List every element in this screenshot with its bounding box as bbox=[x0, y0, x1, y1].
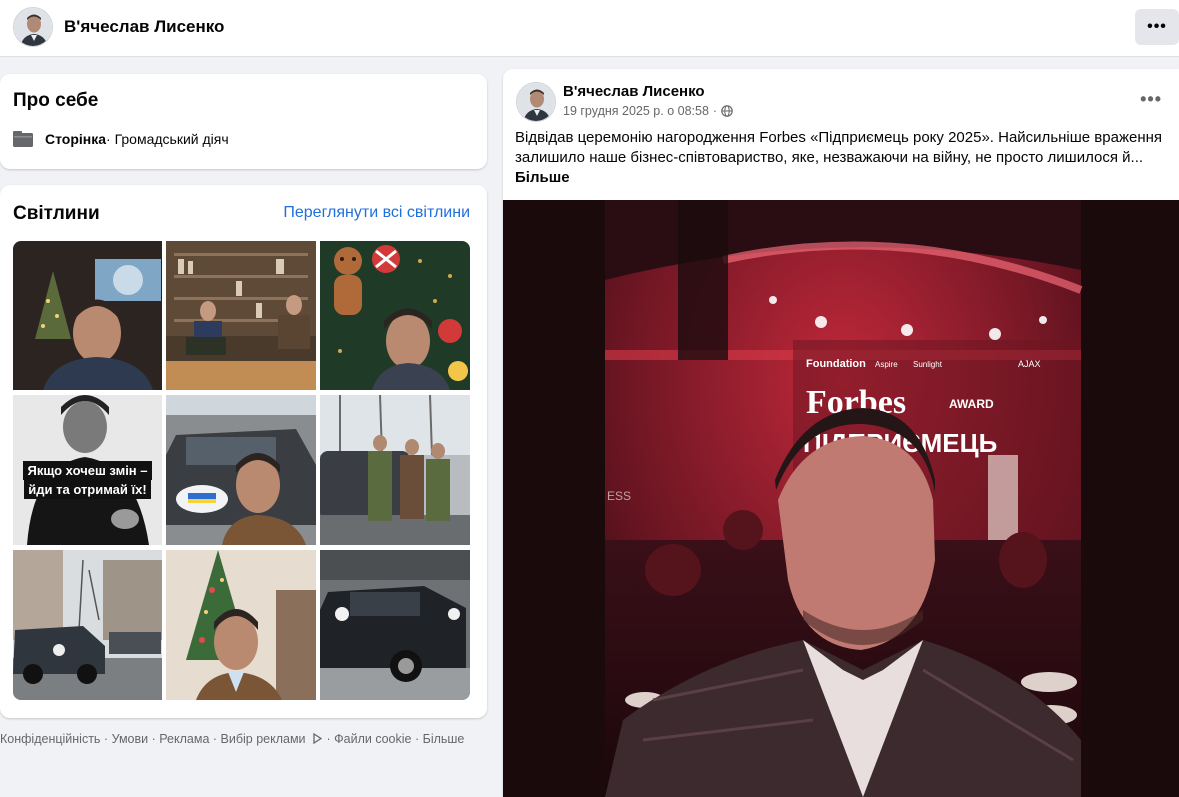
post-author-name[interactable]: В'ячеслав Лисенко bbox=[563, 83, 705, 100]
footer-link-ads[interactable]: Реклама bbox=[159, 732, 209, 746]
photo-thumbnail[interactable] bbox=[13, 550, 162, 700]
quote-line-1: Якщо хочеш змін – bbox=[23, 461, 152, 480]
post-author-avatar[interactable] bbox=[516, 82, 556, 122]
post-body: Відвідав церемонію нагородження Forbes «… bbox=[515, 129, 1163, 166]
footer-link-privacy[interactable]: Конфіденційність bbox=[0, 732, 100, 746]
photo-thumbnail-quote[interactable]: Якщо хочеш змін – йди та отримай їх! bbox=[13, 395, 162, 545]
photo-thumbnail[interactable] bbox=[166, 395, 316, 545]
post-card: В'ячеслав Лисенко 19 грудня 2025 р. о 08… bbox=[503, 69, 1179, 797]
footer-link-ad-choices[interactable]: Вибір реклами bbox=[221, 732, 306, 746]
award-text: AWARD bbox=[949, 397, 994, 411]
footer-separator: · bbox=[326, 732, 335, 746]
about-category-row: Сторінка · Громадський діяч bbox=[13, 131, 229, 147]
footer-separator: · bbox=[414, 732, 423, 746]
footer-link-cookies[interactable]: Файли cookie bbox=[334, 732, 411, 746]
more-horizontal-icon: ••• bbox=[1147, 18, 1167, 35]
side-screen-text: ESS bbox=[607, 489, 631, 503]
adchoices-icon[interactable] bbox=[312, 732, 323, 745]
sponsor-logo-text: Foundation bbox=[806, 358, 866, 370]
profile-name[interactable]: В'ячеслав Лисенко bbox=[64, 17, 224, 37]
globe-icon bbox=[721, 105, 733, 117]
about-category-label[interactable]: Сторінка bbox=[45, 131, 106, 147]
photos-card: Світлини Переглянути всі світлини Якщо х… bbox=[0, 185, 487, 718]
partner-logo-3: AJAX bbox=[1018, 359, 1041, 369]
more-options-button[interactable]: ••• bbox=[1135, 9, 1179, 45]
photo-thumbnail[interactable] bbox=[320, 395, 470, 545]
meta-separator: · bbox=[712, 104, 718, 118]
photo-thumbnail[interactable] bbox=[166, 241, 316, 390]
photo-thumbnail[interactable] bbox=[166, 550, 316, 700]
partner-logo-1: Aspire bbox=[875, 360, 898, 369]
about-category-value: · Громадський діяч bbox=[106, 131, 229, 147]
post-text: Відвідав церемонію нагородження Forbes «… bbox=[515, 128, 1165, 188]
footer-separator: · bbox=[212, 732, 221, 746]
post-meta: 19 грудня 2025 р. о 08:58 · bbox=[563, 104, 733, 118]
photo-thumbnail[interactable] bbox=[13, 241, 162, 390]
profile-avatar[interactable] bbox=[13, 7, 53, 47]
see-more-link[interactable]: Більше bbox=[515, 169, 570, 186]
footer-links: Конфіденційність · Умови · Реклама · Виб… bbox=[0, 732, 464, 746]
photo-grid: Якщо хочеш змін – йди та отримай їх! bbox=[13, 241, 470, 700]
quote-line-2: йди та отримай їх! bbox=[24, 480, 151, 499]
footer-link-terms[interactable]: Умови bbox=[112, 732, 149, 746]
post-image[interactable]: Foundation Aspire Sunlight AJAX Forbes A… bbox=[503, 200, 1179, 797]
flag-page-icon bbox=[13, 131, 33, 147]
photos-title: Світлини bbox=[13, 203, 100, 224]
about-card: Про себе Сторінка · Громадський діяч bbox=[0, 74, 487, 169]
partner-logo-2: Sunlight bbox=[913, 360, 943, 369]
footer-separator: · bbox=[103, 732, 112, 746]
post-options-button[interactable]: ••• bbox=[1140, 89, 1162, 110]
footer-link-more[interactable]: Більше bbox=[423, 732, 465, 746]
profile-header-bar: В'ячеслав Лисенко ••• bbox=[0, 0, 1179, 57]
post-timestamp[interactable]: 19 грудня 2025 р. о 08:58 bbox=[563, 104, 709, 118]
see-all-photos-link[interactable]: Переглянути всі світлини bbox=[283, 204, 470, 222]
quote-overlay: Якщо хочеш змін – йди та отримай їх! bbox=[13, 461, 162, 499]
photo-thumbnail[interactable] bbox=[320, 550, 470, 700]
photo-thumbnail[interactable] bbox=[320, 241, 470, 390]
about-title: Про себе bbox=[13, 90, 99, 111]
more-horizontal-icon: ••• bbox=[1140, 89, 1162, 109]
